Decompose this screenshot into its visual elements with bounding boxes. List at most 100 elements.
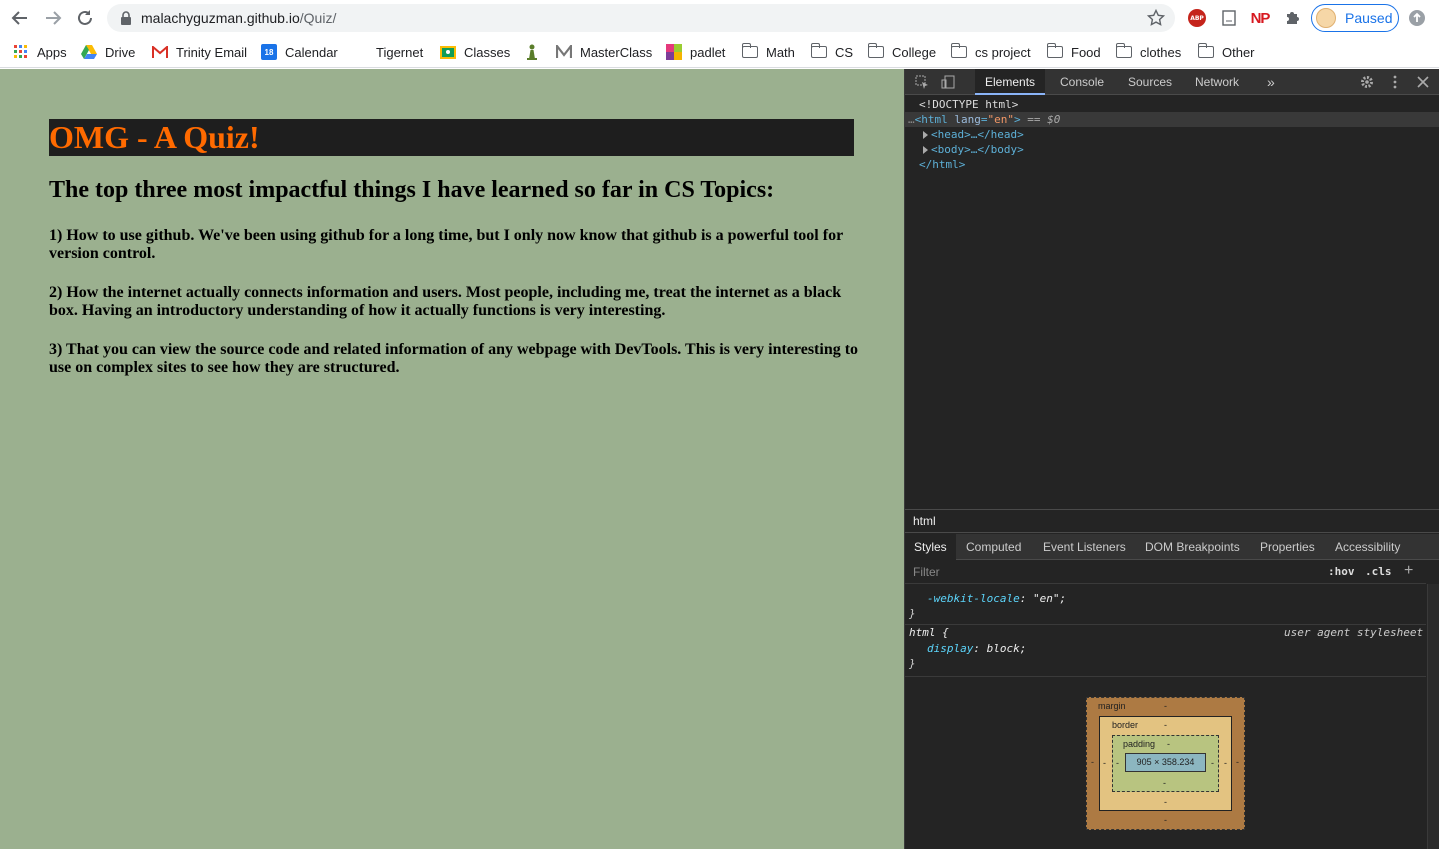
avatar <box>1316 8 1336 28</box>
dom-head-node[interactable]: <head>…</head> <box>905 127 1439 142</box>
breadcrumb-html[interactable]: html <box>913 510 936 532</box>
expand-triangle-icon[interactable] <box>923 131 928 139</box>
page-extension-icon[interactable] <box>1220 9 1238 27</box>
html-tag-close: > <box>1014 113 1021 126</box>
new-rule-plus-icon[interactable]: + <box>1404 560 1413 582</box>
dom-doctype[interactable]: <!DOCTYPE html> <box>905 97 1439 112</box>
arrow-up-circle-icon <box>1409 10 1425 26</box>
adblock-extension-icon[interactable]: ABP <box>1188 9 1206 27</box>
calendar-icon: 18 <box>261 44 277 60</box>
margin-bottom-value: - <box>1164 815 1167 825</box>
bookmark-label: clothes <box>1140 44 1182 60</box>
padding-label: padding <box>1123 739 1156 749</box>
bookmark-masterclass[interactable]: MasterClass <box>556 36 652 68</box>
bookmark-folder-cs[interactable]: CS <box>810 36 853 68</box>
tigernet-icon <box>352 44 368 60</box>
bookmark-folder-food[interactable]: Food <box>1046 36 1101 68</box>
devtools-panel: Elements Console Sources Network » <!DOC… <box>904 69 1439 849</box>
tab-console[interactable]: Console <box>1050 69 1114 95</box>
folder-icon <box>1115 43 1132 60</box>
padding-bottom-value: - <box>1163 778 1166 788</box>
np-extension-icon[interactable]: NP <box>1251 9 1271 27</box>
tab-sources[interactable]: Sources <box>1118 69 1182 95</box>
bookmark-tigernet[interactable]: Tigernet <box>352 36 423 68</box>
bookmark-calendar[interactable]: 18 Calendar <box>261 36 338 68</box>
more-options-icon[interactable] <box>1387 74 1403 90</box>
bookmark-folder-other[interactable]: Other <box>1197 36 1255 68</box>
list-item: 1) How to use github. We've been using g… <box>49 227 843 262</box>
folder-icon <box>1197 43 1214 60</box>
bookmark-folder-college[interactable]: College <box>867 36 936 68</box>
device-toolbar-icon[interactable] <box>940 74 956 90</box>
bookmark-trinity-email[interactable]: Trinity Email <box>152 36 247 68</box>
chess-pawn-icon <box>524 44 540 60</box>
styles-filter-input[interactable]: Filter :hov .cls + <box>905 560 1426 584</box>
styles-scrollbar[interactable] <box>1427 584 1439 849</box>
tab-styles[interactable]: Styles <box>905 534 956 560</box>
back-button[interactable] <box>9 7 31 29</box>
page-subtitle: The top three most impactful things I ha… <box>49 177 775 203</box>
apps-grid-icon <box>13 44 29 60</box>
bookmark-drive[interactable]: Drive <box>81 36 135 68</box>
tab-properties[interactable]: Properties <box>1251 534 1324 560</box>
bookmark-label: Classes <box>464 44 511 60</box>
bookmark-folder-clothes[interactable]: clothes <box>1115 36 1182 68</box>
reload-button[interactable] <box>74 7 96 29</box>
page-viewport: OMG - A Quiz! The top three most impactf… <box>0 69 904 849</box>
padding-top-value: - <box>1167 739 1170 749</box>
title-banner: OMG - A Quiz! <box>49 119 854 156</box>
rule-close-brace: } <box>909 607 916 620</box>
forward-button[interactable] <box>42 7 64 29</box>
bookmark-folder-math[interactable]: Math <box>741 36 795 68</box>
box-model-margin[interactable]: margin - - - - border - - - - padding - … <box>1086 697 1245 830</box>
inspect-element-icon[interactable] <box>914 74 930 90</box>
list-item: 2) How the internet actually connects in… <box>49 284 842 319</box>
bookmark-chess[interactable] <box>524 36 548 68</box>
bookmark-classes[interactable]: Classes <box>440 36 510 68</box>
profile-button[interactable]: Paused <box>1311 4 1399 32</box>
bookmark-label: cs project <box>975 44 1031 60</box>
tab-accessibility[interactable]: Accessibility <box>1326 534 1409 560</box>
box-model-border[interactable]: border - - - - padding - - - - 905 × 358… <box>1099 716 1232 811</box>
gear-icon[interactable] <box>1359 74 1375 90</box>
close-icon[interactable] <box>1415 74 1431 90</box>
back-arrow-icon <box>11 11 27 25</box>
box-model-content[interactable]: 905 × 358.234 <box>1125 753 1206 772</box>
bookmark-label: Trinity Email <box>176 44 248 60</box>
reload-icon <box>78 10 92 25</box>
tab-network[interactable]: Network <box>1185 69 1249 95</box>
css-selector[interactable]: html { <box>909 625 949 641</box>
tab-computed[interactable]: Computed <box>957 534 1030 560</box>
margin-left-value: - <box>1091 757 1094 767</box>
dom-html-node[interactable]: …<html lang="en"> == $0 <box>905 112 1439 127</box>
tab-dom-breakpoints[interactable]: DOM Breakpoints <box>1136 534 1249 560</box>
bookmark-star-icon[interactable] <box>1147 9 1165 27</box>
selector-text: html { <box>909 626 949 639</box>
extensions-button[interactable] <box>1283 9 1301 27</box>
update-button[interactable] <box>1408 9 1426 27</box>
folder-icon <box>867 43 884 60</box>
bookmark-folder-cs-project[interactable]: cs project <box>950 36 1031 68</box>
dom-html-close[interactable]: </html> <box>905 157 1439 172</box>
address-bar[interactable]: malachyguzman.github.io/Quiz/ <box>107 4 1175 32</box>
box-model-padding[interactable]: padding - - - - 905 × 358.234 <box>1112 735 1219 792</box>
tab-event-listeners[interactable]: Event Listeners <box>1034 534 1135 560</box>
more-tabs-button[interactable]: » <box>1257 69 1285 95</box>
bookmark-label: Apps <box>37 44 67 60</box>
document-icon <box>1222 10 1236 26</box>
tab-elements[interactable]: Elements <box>975 69 1046 95</box>
css-declaration-locale[interactable]: -webkit-locale: "en"; <box>927 591 1066 607</box>
hov-toggle[interactable]: :hov <box>1328 560 1355 584</box>
url-text: malachyguzman.github.io/Quiz/ <box>141 4 336 32</box>
cls-toggle[interactable]: .cls <box>1365 560 1392 584</box>
bookmark-padlet[interactable]: padlet <box>666 36 725 68</box>
css-declaration-display[interactable]: display: block; <box>927 641 1026 657</box>
expand-triangle-icon[interactable] <box>923 146 928 154</box>
dom-body-node[interactable]: <body>…</body> <box>905 142 1439 157</box>
bookmark-apps[interactable]: Apps <box>13 36 67 68</box>
url-host: malachyguzman.github.io <box>141 10 300 26</box>
html-open-tag: <html <box>914 113 948 126</box>
folder-icon <box>1046 43 1063 60</box>
css-value: block; <box>986 642 1027 655</box>
css-prop: display <box>927 642 974 655</box>
